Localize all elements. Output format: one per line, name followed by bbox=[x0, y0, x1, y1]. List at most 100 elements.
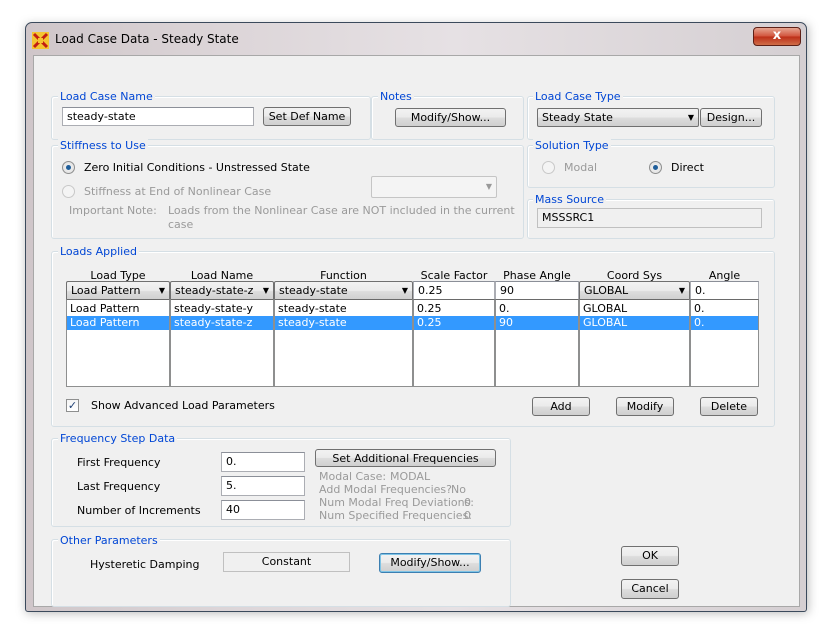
last-frequency-input[interactable]: 5. bbox=[221, 476, 305, 496]
modal-radio[interactable] bbox=[542, 161, 555, 174]
chevron-down-icon: ▼ bbox=[678, 286, 685, 295]
design-button[interactable]: Design... bbox=[700, 108, 762, 127]
zero-initial-label: Zero Initial Conditions - Unstressed Sta… bbox=[84, 161, 310, 174]
list-coord-sys[interactable]: GLOBAL GLOBAL bbox=[579, 299, 690, 387]
delete-load-button[interactable]: Delete bbox=[700, 397, 758, 416]
last-frequency-label: Last Frequency bbox=[77, 480, 161, 493]
num-increments-label: Number of Increments bbox=[77, 504, 201, 517]
edit-load-type-select[interactable]: Load Pattern ▼ bbox=[66, 281, 170, 301]
chevron-down-icon: ▼ bbox=[485, 182, 492, 191]
show-advanced-checkbox[interactable]: ✓ bbox=[66, 399, 79, 412]
mass-source-field: MSSSRC1 bbox=[537, 208, 762, 228]
load-case-type-value: Steady State bbox=[542, 111, 613, 124]
list-item[interactable]: steady-state bbox=[275, 316, 412, 330]
num-specified-label: Num Specified Frequencies: bbox=[319, 509, 473, 522]
list-item[interactable]: steady-state-z bbox=[171, 316, 273, 330]
list-item[interactable]: Load Pattern bbox=[67, 316, 169, 330]
nonlinear-case-select[interactable]: ▼ bbox=[371, 176, 497, 198]
hysteretic-damping-field: Constant bbox=[223, 552, 350, 572]
notes-modify-show-button[interactable]: Modify/Show... bbox=[395, 108, 506, 127]
list-item[interactable]: steady-state bbox=[275, 302, 412, 316]
num-modal-dev-value: 0 bbox=[464, 496, 471, 509]
add-load-button[interactable]: Add bbox=[532, 397, 590, 416]
list-item[interactable]: GLOBAL bbox=[580, 316, 689, 330]
list-item[interactable]: 90 bbox=[496, 316, 578, 330]
list-item[interactable]: GLOBAL bbox=[580, 302, 689, 316]
load-case-type-label: Load Case Type bbox=[533, 90, 623, 103]
add-modal-value: No bbox=[451, 483, 466, 496]
edit-scale-factor-input[interactable]: 0.25 bbox=[413, 281, 495, 301]
list-item[interactable]: steady-state-y bbox=[171, 302, 273, 316]
loads-applied-label: Loads Applied bbox=[58, 245, 139, 258]
chevron-down-icon: ▼ bbox=[687, 113, 694, 122]
zero-initial-radio[interactable] bbox=[62, 161, 75, 174]
modal-case-label: Modal Case: bbox=[319, 470, 387, 483]
cancel-button[interactable]: Cancel bbox=[621, 579, 679, 599]
nonlinear-stiffness-radio[interactable] bbox=[62, 185, 75, 198]
hysteretic-damping-value: Constant bbox=[261, 555, 312, 568]
modal-case-value: MODAL bbox=[390, 470, 431, 483]
important-note-line2: case bbox=[168, 218, 194, 231]
edit-angle-input[interactable]: 0. bbox=[690, 281, 759, 301]
title-bar[interactable]: Load Case Data - Steady State x bbox=[26, 23, 806, 55]
list-item[interactable]: 0. bbox=[691, 316, 758, 330]
show-advanced-label: Show Advanced Load Parameters bbox=[91, 399, 275, 412]
list-item[interactable]: 0.25 bbox=[414, 302, 494, 316]
edit-load-name-select[interactable]: steady-state-z ▼ bbox=[170, 281, 274, 301]
load-case-name-label: Load Case Name bbox=[58, 90, 155, 103]
first-frequency-input[interactable]: 0. bbox=[221, 452, 305, 472]
hysteretic-damping-label: Hysteretic Damping bbox=[90, 558, 200, 571]
direct-radio[interactable] bbox=[649, 161, 662, 174]
nonlinear-stiffness-label: Stiffness at End of Nonlinear Case bbox=[84, 185, 272, 198]
set-additional-frequencies-button[interactable]: Set Additional Frequencies bbox=[315, 449, 496, 467]
damping-modify-show-button[interactable]: Modify/Show... bbox=[379, 553, 481, 573]
frequency-step-label: Frequency Step Data bbox=[58, 432, 178, 445]
modal-label: Modal bbox=[564, 161, 597, 174]
important-note-line1: Loads from the Nonlinear Case are NOT in… bbox=[168, 204, 515, 217]
solution-type-label: Solution Type bbox=[533, 139, 611, 152]
list-angle[interactable]: 0. 0. bbox=[690, 299, 759, 387]
dialog-client-area: Load Case Name steady-state Set Def Name… bbox=[33, 55, 800, 607]
num-specified-value: 0 bbox=[464, 509, 471, 522]
sap-app-icon bbox=[32, 32, 49, 49]
important-note-label: Important Note: bbox=[69, 204, 157, 217]
chevron-down-icon: ▼ bbox=[262, 286, 269, 295]
list-item[interactable]: 0. bbox=[691, 302, 758, 316]
other-parameters-label: Other Parameters bbox=[58, 534, 160, 547]
close-icon: x bbox=[772, 28, 782, 43]
list-phase-angle[interactable]: 0. 90 bbox=[495, 299, 579, 387]
list-item[interactable]: 0.25 bbox=[414, 316, 494, 330]
num-increments-input[interactable]: 40 bbox=[221, 500, 305, 520]
set-def-name-button[interactable]: Set Def Name bbox=[263, 107, 351, 126]
add-modal-label: Add Modal Frequencies? bbox=[319, 483, 452, 496]
modify-load-button[interactable]: Modify bbox=[616, 397, 674, 416]
close-button[interactable]: x bbox=[753, 27, 801, 46]
list-load-name[interactable]: steady-state-y steady-state-z bbox=[170, 299, 274, 387]
list-item[interactable]: 0. bbox=[496, 302, 578, 316]
chevron-down-icon: ▼ bbox=[158, 286, 165, 295]
edit-load-name-value: steady-state-z bbox=[175, 284, 254, 297]
window-title: Load Case Data - Steady State bbox=[55, 32, 239, 46]
edit-phase-angle-input[interactable]: 90 bbox=[495, 281, 579, 301]
first-frequency-label: First Frequency bbox=[77, 456, 161, 469]
num-modal-dev-label: Num Modal Freq Deviations: bbox=[319, 496, 475, 509]
list-item[interactable]: Load Pattern bbox=[67, 302, 169, 316]
edit-load-type-value: Load Pattern bbox=[71, 284, 141, 297]
list-load-type[interactable]: Load Pattern Load Pattern bbox=[66, 299, 170, 387]
load-case-type-select[interactable]: Steady State ▼ bbox=[537, 108, 699, 127]
direct-label: Direct bbox=[671, 161, 704, 174]
edit-coord-sys-value: GLOBAL bbox=[584, 284, 629, 297]
chevron-down-icon: ▼ bbox=[401, 286, 408, 295]
edit-coord-sys-select[interactable]: GLOBAL ▼ bbox=[579, 281, 690, 301]
load-case-name-input[interactable]: steady-state bbox=[62, 107, 254, 126]
edit-function-select[interactable]: steady-state ▼ bbox=[274, 281, 413, 301]
list-function[interactable]: steady-state steady-state bbox=[274, 299, 413, 387]
other-parameters-group bbox=[51, 539, 511, 607]
edit-function-value: steady-state bbox=[279, 284, 348, 297]
stiffness-label: Stiffness to Use bbox=[58, 139, 148, 152]
mass-source-label: Mass Source bbox=[533, 193, 606, 206]
ok-button[interactable]: OK bbox=[621, 546, 679, 566]
notes-label: Notes bbox=[378, 90, 414, 103]
list-scale-factor[interactable]: 0.25 0.25 bbox=[413, 299, 495, 387]
dialog-window: Load Case Data - Steady State x Load Cas… bbox=[25, 22, 807, 612]
